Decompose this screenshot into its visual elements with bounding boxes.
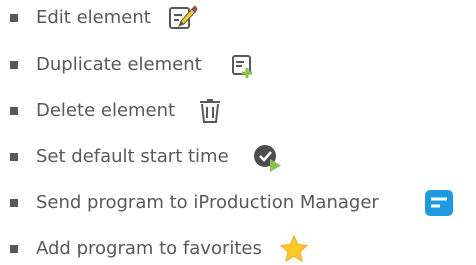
check-play-icon[interactable] [252, 143, 286, 173]
star-icon[interactable] [280, 235, 308, 263]
duplicate-icon[interactable] [230, 51, 258, 79]
edit-icon[interactable] [168, 4, 198, 32]
bullet [10, 61, 18, 69]
iproduction-manager-icon[interactable] [424, 189, 454, 217]
bullet [10, 245, 18, 253]
delete-element-label: Delete element [36, 100, 176, 121]
action-list: Edit element Duplicate element Delete el… [0, 0, 476, 265]
set-default-start-time-label: Set default start time [36, 146, 229, 167]
bullet [10, 107, 18, 115]
edit-element-label: Edit element [36, 7, 151, 28]
bullet [10, 153, 18, 161]
bullet [10, 14, 18, 22]
duplicate-element-label: Duplicate element [36, 54, 202, 75]
add-to-favorites-label: Add program to favorites [36, 238, 262, 259]
send-to-iproduction-manager-label: Send program to iProduction Manager [36, 192, 379, 213]
trash-icon[interactable] [198, 97, 222, 125]
bullet [10, 199, 18, 207]
